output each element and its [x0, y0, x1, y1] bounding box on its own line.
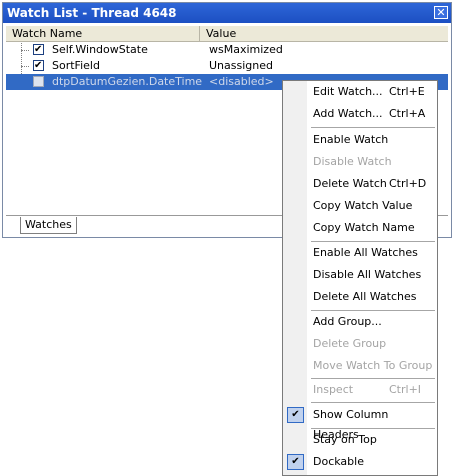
menu-item-disable-watch[interactable]: Disable Watch: [283, 152, 437, 172]
menu-item-copy-watch-value[interactable]: Copy Watch Value: [283, 196, 437, 216]
menu-item-label: Delete Group: [313, 337, 387, 350]
menu-item-copy-watch-name[interactable]: Copy Watch Name: [283, 218, 437, 238]
watch-name: Self.WindowState: [52, 43, 148, 56]
menu-item-shortcut: Ctrl+E: [389, 85, 425, 98]
watch-name: dtpDatumGezien.DateTime: [52, 75, 203, 88]
close-icon[interactable]: ✕: [434, 6, 448, 19]
menu-separator: [311, 241, 435, 242]
menu-item-delete-watch[interactable]: Delete Watch Ctrl+D: [283, 174, 437, 194]
menu-item-label: Add Watch...: [313, 107, 383, 120]
menu-item-enable-watch[interactable]: Enable Watch: [283, 130, 437, 150]
menu-item-label: Delete Watch: [313, 177, 387, 190]
menu-item-delete-all-watches[interactable]: Delete All Watches: [283, 287, 437, 307]
menu-item-stay-on-top[interactable]: Stay on Top: [283, 430, 437, 450]
menu-item-label: Delete All Watches: [313, 290, 417, 303]
watch-value: <disabled>: [209, 75, 274, 88]
column-header: Watch Name Value: [6, 26, 448, 42]
watch-value: Unassigned: [209, 59, 273, 72]
menu-item-label: Inspect: [313, 383, 354, 396]
menu-item-delete-group[interactable]: Delete Group: [283, 334, 437, 354]
menu-separator: [311, 310, 435, 311]
menu-item-label: Copy Watch Value: [313, 199, 413, 212]
menu-item-disable-all-watches[interactable]: Disable All Watches: [283, 265, 437, 285]
menu-separator: [311, 402, 435, 403]
menu-item-add-watch[interactable]: Add Watch... Ctrl+A: [283, 104, 437, 124]
checkmark-icon: ✔: [287, 407, 304, 423]
menu-separator: [311, 127, 435, 128]
menu-item-dockable[interactable]: ✔ Dockable: [283, 452, 437, 472]
menu-item-move-watch-to-group[interactable]: Move Watch To Group: [283, 356, 437, 376]
menu-item-label: Edit Watch...: [313, 85, 383, 98]
watch-enabled-checkbox[interactable]: [33, 76, 44, 87]
menu-item-label: Stay on Top: [313, 433, 377, 446]
tab-watches[interactable]: Watches: [20, 217, 77, 234]
table-row[interactable]: SortField Unassigned: [6, 58, 448, 74]
watch-name: SortField: [52, 59, 100, 72]
menu-item-shortcut: Ctrl+D: [389, 177, 427, 190]
checkmark-icon: ✔: [287, 454, 304, 470]
column-header-value[interactable]: Value: [200, 26, 448, 41]
watch-enabled-checkbox[interactable]: [33, 42, 44, 58]
menu-separator: [311, 428, 435, 429]
menu-item-label: Disable Watch: [313, 155, 392, 168]
context-menu: Edit Watch... Ctrl+E Add Watch... Ctrl+A…: [282, 80, 438, 476]
watch-enabled-checkbox[interactable]: [33, 58, 44, 74]
watch-value: wsMaximized: [209, 43, 283, 56]
menu-item-label: Copy Watch Name: [313, 221, 415, 234]
menu-item-label: Enable Watch: [313, 133, 389, 146]
menu-item-label: Disable All Watches: [313, 268, 422, 281]
menu-item-label: Move Watch To Group: [313, 359, 433, 372]
menu-item-shortcut: Ctrl+A: [389, 107, 426, 120]
menu-item-add-group[interactable]: Add Group...: [283, 312, 437, 332]
menu-item-label: Dockable: [313, 455, 364, 468]
menu-item-label: Add Group...: [313, 315, 382, 328]
menu-item-edit-watch[interactable]: Edit Watch... Ctrl+E: [283, 82, 437, 102]
menu-item-label: Enable All Watches: [313, 246, 418, 259]
menu-item-inspect[interactable]: Inspect Ctrl+I: [283, 380, 437, 400]
menu-item-show-column-headers[interactable]: ✔ Show Column Headers: [283, 405, 437, 441]
table-row[interactable]: Self.WindowState wsMaximized: [6, 42, 448, 58]
menu-item-enable-all-watches[interactable]: Enable All Watches: [283, 243, 437, 263]
menu-item-shortcut: Ctrl+I: [389, 383, 422, 396]
column-header-watch-name[interactable]: Watch Name: [6, 26, 200, 41]
window-title: Watch List - Thread 4648: [3, 3, 451, 23]
menu-separator: [311, 378, 435, 379]
